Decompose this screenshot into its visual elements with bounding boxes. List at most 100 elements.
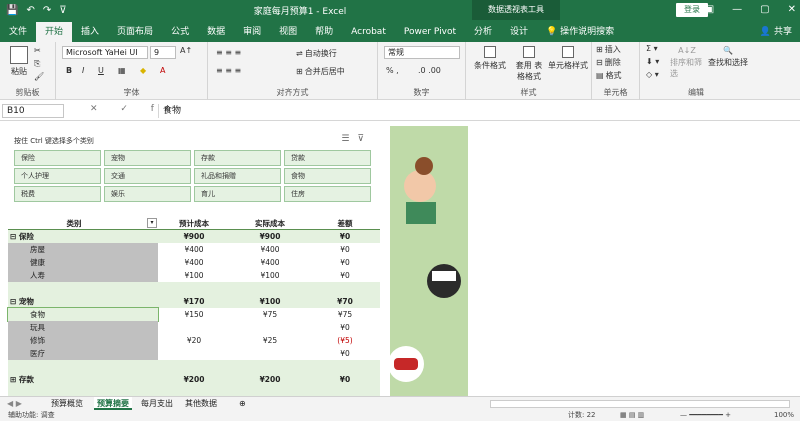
- cell-cat[interactable]: [8, 360, 158, 373]
- delete-cells-button[interactable]: ⊟ 删除: [596, 57, 621, 68]
- cell-cat[interactable]: [8, 282, 158, 295]
- tab-formulas[interactable]: 公式: [162, 22, 198, 42]
- format-as-table-button[interactable]: 套用 表格格式: [512, 46, 546, 82]
- tab-analyze[interactable]: 分析: [465, 22, 501, 42]
- tell-me-search[interactable]: 💡 操作说明搜索: [537, 22, 623, 42]
- accessibility-status[interactable]: 辅助功能: 调查: [8, 410, 55, 421]
- slicer-item-gifts[interactable]: 礼品和捐赠: [194, 168, 281, 184]
- font-name-dropdown[interactable]: Microsoft YaHei UI: [62, 46, 148, 59]
- cell-d[interactable]: ¥0: [310, 373, 380, 386]
- table-row[interactable]: 房屋 ¥400 ¥400 ¥0: [8, 243, 380, 256]
- cell-b[interactable]: ¥200: [158, 373, 230, 386]
- cell-cat[interactable]: ⊟ 保险: [8, 230, 158, 243]
- cell-d[interactable]: (¥5): [310, 334, 380, 347]
- cell-d[interactable]: ¥0: [310, 321, 380, 334]
- save-icon[interactable]: 💾: [6, 5, 18, 16]
- table-row[interactable]: 修饰 ¥20 ¥25 (¥5): [8, 334, 380, 347]
- underline-button[interactable]: U: [98, 66, 104, 75]
- prev-sheet-icon[interactable]: ◀ ▶: [4, 397, 25, 410]
- cell-b[interactable]: ¥20: [158, 334, 230, 347]
- cell-a[interactable]: ¥100: [230, 269, 310, 282]
- filter-dropdown-icon[interactable]: ▾: [147, 218, 157, 228]
- name-box[interactable]: B10: [2, 104, 64, 118]
- minimize-icon[interactable]: —: [732, 0, 742, 20]
- slicer-item-savings[interactable]: 存款: [194, 150, 281, 166]
- clear-filter-icon[interactable]: ⊽: [357, 134, 364, 144]
- tab-file[interactable]: 文件: [0, 22, 36, 42]
- add-sheet-icon[interactable]: ⊕: [236, 397, 249, 410]
- slicer-item-food[interactable]: 食物: [284, 168, 371, 184]
- cell-b[interactable]: ¥900: [158, 230, 230, 243]
- slicer-item-entertainment[interactable]: 娱乐: [104, 186, 191, 202]
- cut-icon[interactable]: ✂: [34, 46, 41, 55]
- zoom-slider[interactable]: — ━━━━━━━━ +: [680, 410, 731, 421]
- slicer-item-insurance[interactable]: 保险: [14, 150, 101, 166]
- share-button[interactable]: 👤 共享: [760, 24, 792, 37]
- number-format-dropdown[interactable]: 常规: [384, 46, 460, 59]
- formula-input[interactable]: 食物: [158, 104, 788, 118]
- decimal-icon[interactable]: .0 .00: [418, 66, 441, 75]
- cell-a[interactable]: ¥75: [230, 308, 310, 321]
- bold-button[interactable]: B: [66, 66, 72, 75]
- cell-b[interactable]: [158, 321, 230, 334]
- cell-d[interactable]: [310, 282, 380, 295]
- cell-b[interactable]: ¥100: [158, 269, 230, 282]
- cell-b[interactable]: [158, 347, 230, 360]
- cell-d[interactable]: ¥70: [310, 295, 380, 308]
- maximize-icon[interactable]: ▢: [760, 0, 769, 20]
- cell-cat[interactable]: 玩具: [8, 321, 158, 334]
- close-icon[interactable]: ✕: [788, 0, 796, 20]
- zoom-level[interactable]: 100%: [774, 410, 794, 421]
- sheet-tab-other[interactable]: 其他数据: [182, 397, 220, 410]
- cell-cat[interactable]: 食物: [7, 307, 159, 322]
- italic-button[interactable]: I: [82, 66, 84, 75]
- copy-icon[interactable]: ⎘: [34, 59, 40, 69]
- cell-cat[interactable]: 人寿: [8, 269, 158, 282]
- align-top-icon[interactable]: ≡ ≡ ≡: [216, 48, 241, 57]
- table-row[interactable]: 健康 ¥400 ¥400 ¥0: [8, 256, 380, 269]
- autosum-icon[interactable]: Σ ▾: [646, 44, 658, 53]
- table-row[interactable]: [8, 360, 380, 373]
- font-size-dropdown[interactable]: 9: [150, 46, 176, 59]
- cell-a[interactable]: ¥25: [230, 334, 310, 347]
- grow-font-icon[interactable]: A↑: [180, 46, 192, 55]
- table-row[interactable]: [8, 282, 380, 295]
- cell-b[interactable]: ¥400: [158, 256, 230, 269]
- cell-cat[interactable]: 医疗: [8, 347, 158, 360]
- horizontal-scrollbar[interactable]: [490, 400, 790, 408]
- slicer-item-personal-care[interactable]: 个人护理: [14, 168, 101, 184]
- conditional-format-button[interactable]: 条件格式: [472, 46, 508, 71]
- cell-b[interactable]: ¥400: [158, 243, 230, 256]
- login-button[interactable]: 登录: [676, 3, 708, 17]
- multi-select-icon[interactable]: ☰: [341, 134, 349, 144]
- border-icon[interactable]: ▦: [118, 66, 126, 75]
- slicer-item-childcare[interactable]: 育儿: [194, 186, 281, 202]
- align-left-icon[interactable]: ≡ ≡ ≡: [216, 66, 241, 75]
- cell-a[interactable]: [230, 321, 310, 334]
- cell-d[interactable]: ¥0: [310, 243, 380, 256]
- sheet-tab-monthly[interactable]: 每月支出: [138, 397, 176, 410]
- undo-icon[interactable]: ↶: [26, 5, 34, 16]
- cell-a[interactable]: ¥100: [230, 295, 310, 308]
- sheet-tab-summary[interactable]: 预算摘要: [94, 397, 132, 410]
- cell-a[interactable]: ¥900: [230, 230, 310, 243]
- tab-data[interactable]: 数据: [198, 22, 234, 42]
- cell-cat[interactable]: 健康: [8, 256, 158, 269]
- cell-b[interactable]: ¥150: [158, 308, 230, 321]
- insert-cells-button[interactable]: ⊞ 插入: [596, 44, 621, 55]
- slicer-item-pets[interactable]: 宠物: [104, 150, 191, 166]
- sheet-tab-overview[interactable]: 预算概览: [48, 397, 86, 410]
- cell-d[interactable]: [310, 360, 380, 373]
- cell-a[interactable]: ¥400: [230, 243, 310, 256]
- group-row[interactable]: ⊟ 保险 ¥900 ¥900 ¥0: [8, 230, 380, 243]
- cell-styles-button[interactable]: 单元格样式: [546, 46, 590, 71]
- clear-icon[interactable]: ◇ ▾: [646, 70, 659, 79]
- group-row[interactable]: ⊟ 宠物 ¥170 ¥100 ¥70: [8, 295, 380, 308]
- cell-b[interactable]: [158, 282, 230, 295]
- ribbon-display-icon[interactable]: ▣: [705, 0, 714, 20]
- tab-acrobat[interactable]: Acrobat: [342, 22, 395, 42]
- sort-filter-button[interactable]: A↓Z 排序和筛选: [670, 46, 704, 79]
- view-buttons[interactable]: ▦ ▤ ▥: [620, 410, 644, 421]
- cell-a[interactable]: ¥400: [230, 256, 310, 269]
- tab-review[interactable]: 审阅: [234, 22, 270, 42]
